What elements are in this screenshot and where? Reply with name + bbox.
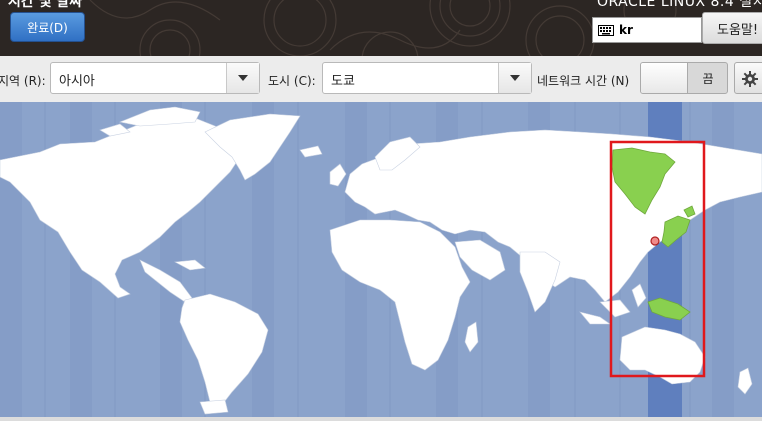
region-label: 지역 (R): xyxy=(0,74,46,88)
done-button[interactable]: 완료(D) xyxy=(10,12,85,42)
region-combo[interactable]: 아시아 xyxy=(50,62,260,94)
keyboard-icon xyxy=(598,24,614,36)
city-value: 도쿄 xyxy=(331,74,355,89)
city-label: 도시 (C): xyxy=(268,74,316,88)
network-time-settings-button[interactable] xyxy=(734,62,762,94)
chevron-down-icon xyxy=(226,63,259,93)
tokyo-marker xyxy=(650,236,660,246)
switch-state: 끔 xyxy=(702,72,714,86)
region-value: 아시아 xyxy=(59,74,95,89)
timezone-map[interactable] xyxy=(0,102,762,417)
product-title: ORACLE LINUX 8.4 설치 xyxy=(596,0,762,10)
keyboard-layout-value: kr xyxy=(619,23,633,37)
switch-knob xyxy=(641,63,688,93)
network-time-switch[interactable]: 끔 xyxy=(640,62,728,94)
city-combo[interactable]: 도쿄 xyxy=(322,62,532,94)
page-title: 시간 및 날짜 xyxy=(8,0,83,10)
chevron-down-icon xyxy=(498,63,531,93)
world-map xyxy=(0,102,762,417)
keyboard-layout-indicator[interactable]: kr xyxy=(592,17,702,43)
help-button[interactable]: 도움말! xyxy=(702,12,762,44)
header-bar: 시간 및 날짜 ORACLE LINUX 8.4 설치 완료(D) kr 도움말… xyxy=(0,0,762,56)
bottom-strip xyxy=(0,417,762,421)
toolbar: 지역 (R): 아시아 도시 (C): 도쿄 네트워크 시간 (N) 끔 xyxy=(0,56,762,102)
network-time-label: 네트워크 시간 (N) xyxy=(537,74,630,88)
gear-icon xyxy=(742,71,758,87)
